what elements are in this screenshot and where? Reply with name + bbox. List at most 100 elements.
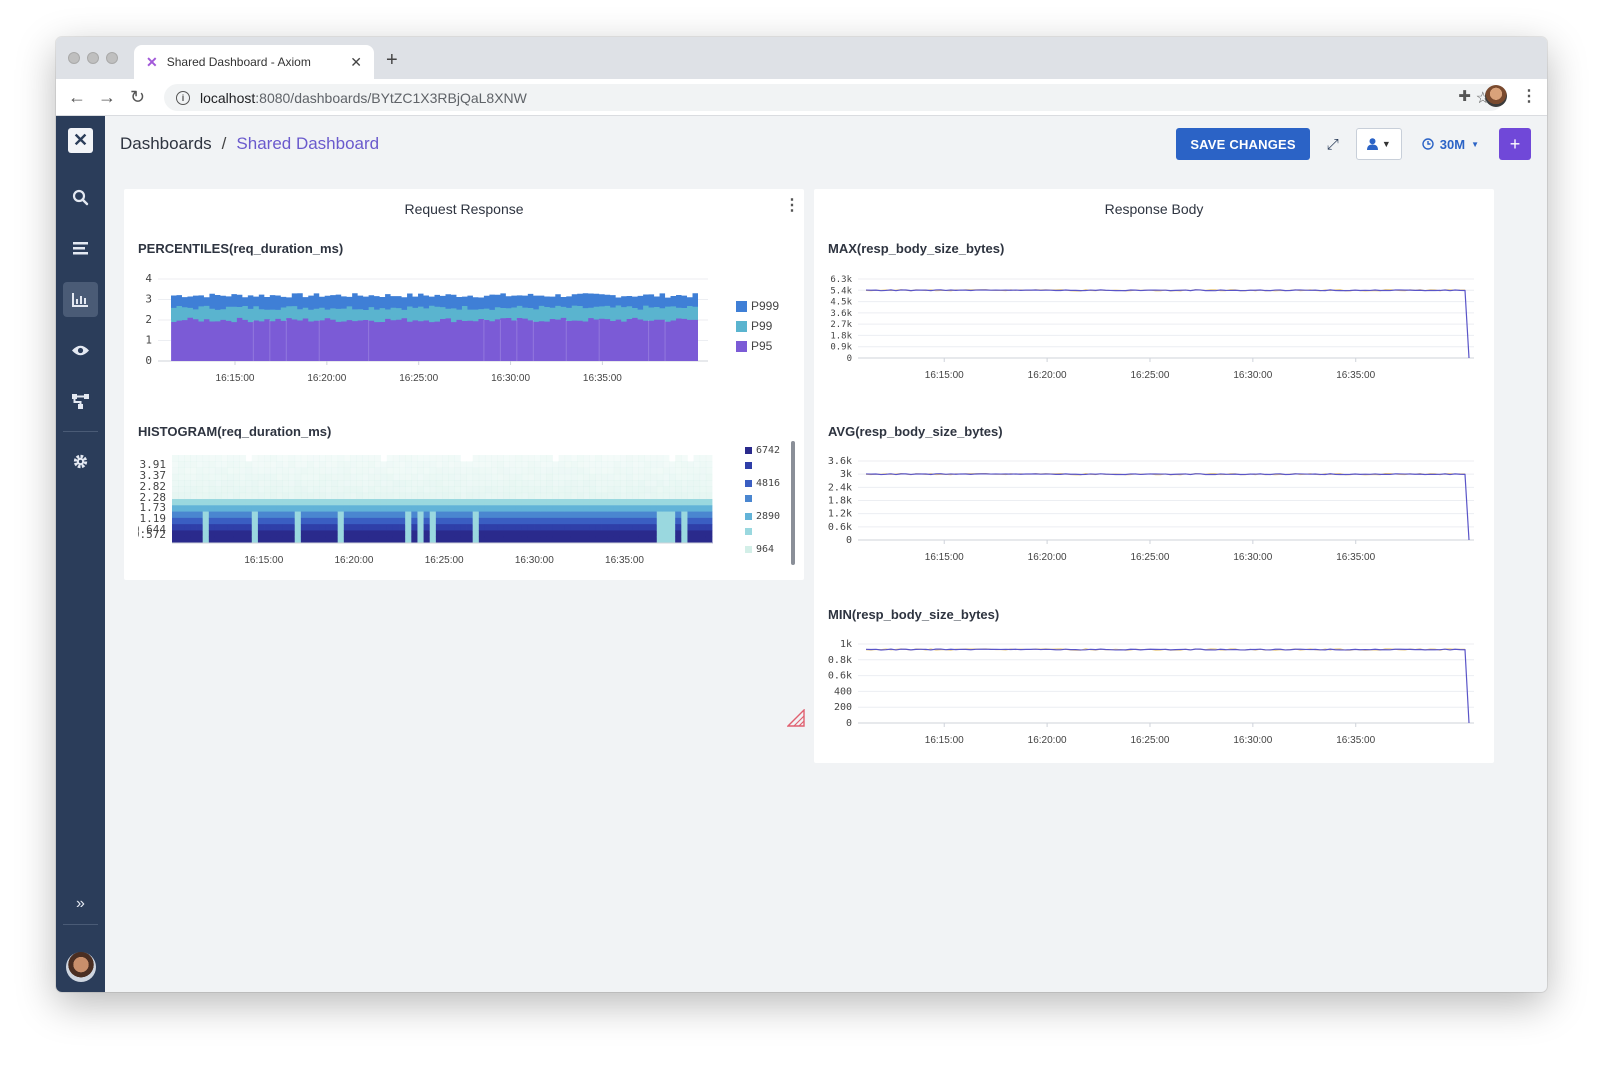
expand-sidebar-icon[interactable]: » [63,886,98,921]
forward-icon[interactable]: → [98,87,116,108]
heatmap-cell [178,461,185,468]
extensions-icon[interactable]: ✚ [1458,87,1471,105]
back-icon[interactable]: ← [68,87,86,108]
axiom-logo[interactable]: ✕ [68,128,93,153]
heatmap-cell [460,505,467,512]
heatmap-cell [466,461,474,468]
heatmap-cell [270,517,277,525]
heatmap-cell [184,492,191,500]
heatmap-cell [294,473,302,481]
heatmap-cell [589,461,596,468]
heatmap-cell [319,461,326,468]
heatmap-cell [601,517,609,525]
heatmap-cell [264,517,271,525]
heatmap-cell [644,524,652,531]
heatmap-cell [270,505,277,512]
heatmap-cell [233,492,240,500]
heatmap-legend-item [745,494,756,502]
heatmap-cell [619,499,627,506]
heatmap-cell [380,524,388,531]
site-info-icon[interactable]: i [176,90,190,105]
heatmap-cell [613,486,621,494]
heatmap-cell [497,530,504,538]
heatmap-cell [577,486,584,494]
heatmap-cell [503,499,510,506]
heatmap-cell [669,492,676,500]
heatmap-cell [460,480,467,487]
heatmap-cell [534,455,541,462]
heatmap-cell [276,517,283,525]
heatmap-cell [448,467,455,475]
heatmap-cell [650,524,658,531]
legend-item-p999[interactable]: P999 [736,299,779,313]
panel-menu-icon[interactable]: ⋮ [784,198,800,214]
breadcrumb-dashboards-link[interactable]: Dashboards [120,134,212,153]
heatmap-cell [251,511,259,519]
heatmap-cell [202,461,210,468]
heatmap-cell [251,524,259,531]
heatmap-cell [196,517,204,525]
stream-icon[interactable] [63,231,98,266]
heatmap-cell [307,530,314,538]
heatmap-cell [368,486,375,494]
heatmap-cell [313,473,320,481]
scrollbar[interactable] [791,441,795,565]
heatmap-cell [595,467,602,475]
heatmap-cell [546,480,553,487]
legend-item-p95[interactable]: P95 [736,339,772,353]
heatmap-cell [417,536,424,544]
browser-tab[interactable]: ✕ Shared Dashboard - Axiom ✕ [134,45,374,79]
browser-menu-icon[interactable]: ⋮ [1521,86,1537,106]
new-tab-icon[interactable]: + [386,49,398,72]
close-tab-icon[interactable]: ✕ [350,54,362,71]
heatmap-cell [570,461,578,468]
search-icon[interactable] [63,180,98,215]
legend-item-p99[interactable]: P99 [736,319,772,333]
heatmap-cell [638,536,645,544]
close-window-button[interactable] [68,52,80,64]
save-changes-button[interactable]: SAVE CHANGES [1176,128,1310,160]
monitors-eye-icon[interactable] [63,333,98,368]
heatmap-cell [503,486,510,494]
reload-icon[interactable]: ↻ [130,87,145,108]
heatmap-cell [337,461,345,468]
user-avatar[interactable] [66,952,96,982]
sidebar-divider-bottom [63,924,98,925]
heatmap-cell [349,467,357,475]
heatmap-cell [399,473,406,481]
heatmap-cell [319,524,326,531]
heatmap-cell [662,492,670,500]
zoom-window-button[interactable] [106,52,118,64]
heatmap-cell [282,524,289,531]
heatmap-cell [521,461,529,468]
heatmap-cell [534,461,541,468]
heatmap-cell [650,455,658,462]
heatmap-cell [184,530,191,538]
heatmap-cell [172,486,179,494]
heatmap-cell [583,461,590,468]
heatmap-cell [184,511,191,519]
heatmap-cell [417,492,424,500]
heatmap-cell [669,499,676,506]
heatmap-cell [423,492,431,500]
heatmap-cell [429,455,437,462]
y-tick-label: 5.4k [830,286,852,296]
heatmap-cell [460,467,467,475]
time-range-dropdown[interactable]: 30M ▼ [1414,137,1487,152]
profile-avatar[interactable] [1485,85,1507,107]
minimize-window-button[interactable] [87,52,99,64]
breadcrumb-separator: / [221,134,227,153]
heatmap-cell [491,505,498,512]
resize-handle-icon[interactable] [787,709,805,727]
heatmap-cell [368,467,375,475]
user-filter-dropdown[interactable]: ▼ [1355,128,1402,160]
heatmap-cell [546,486,553,494]
settings-gear-icon[interactable] [63,444,98,479]
heatmap-cell [491,461,498,468]
heatmap-cell [540,473,547,481]
dashboards-icon[interactable] [63,282,98,317]
address-bar[interactable]: i localhost:8080/dashboards/BYtZC1X3RBjQ… [164,84,1504,111]
fullscreen-expand-icon[interactable]: ⤢ [1322,136,1344,153]
add-chart-button[interactable]: + [1499,128,1531,160]
integrations-icon[interactable] [63,384,98,419]
